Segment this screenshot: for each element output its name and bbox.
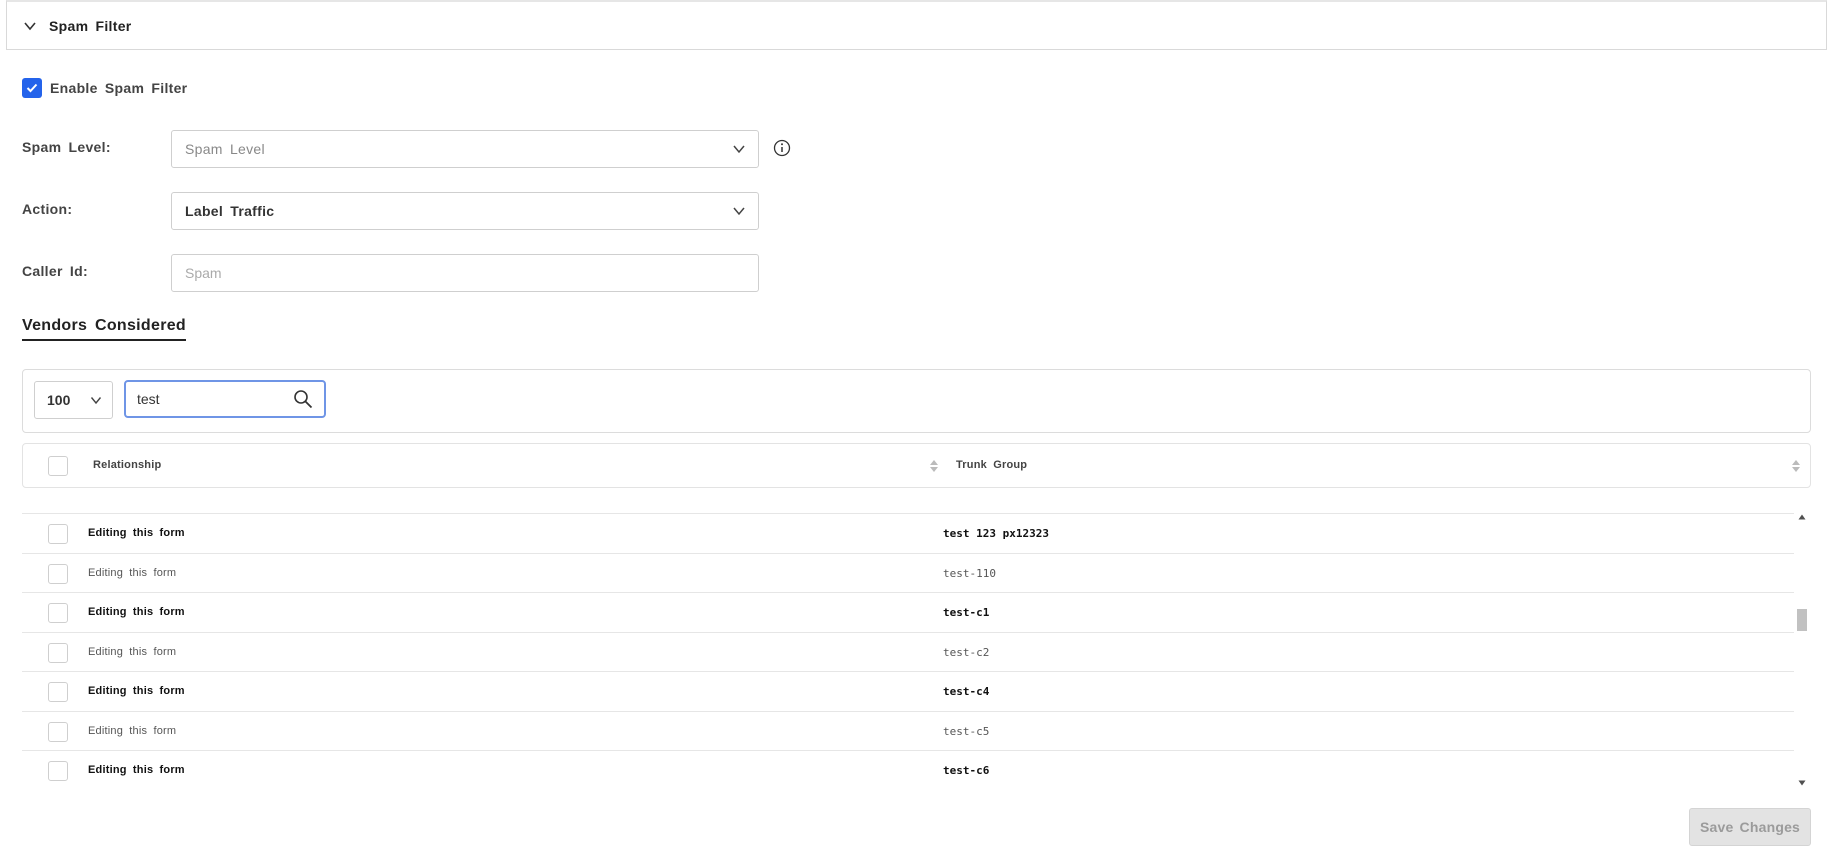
spam-filter-section-header[interactable]: Spam Filter (6, 0, 1827, 50)
table-row[interactable]: Editing this form test-c5 (22, 712, 1794, 751)
vendors-considered-tab[interactable]: Vendors Considered (22, 317, 186, 341)
row-checkbox[interactable] (48, 563, 68, 584)
sort-icon[interactable] (929, 458, 939, 474)
relationship-cell: Editing this form (88, 606, 185, 618)
row-checkbox[interactable] (48, 761, 68, 781)
relationship-cell: Editing this form (88, 645, 177, 658)
chevron-down-icon (733, 145, 745, 154)
spam-level-select[interactable]: Spam Level (171, 130, 759, 168)
relationship-cell: Editing this form (88, 527, 185, 539)
chevron-down-icon (24, 21, 36, 30)
trunk-group-cell: test-c6 (943, 764, 990, 777)
search-icon[interactable] (293, 389, 313, 409)
action-label: Action: (22, 201, 73, 217)
checkmark-icon (26, 83, 38, 93)
search-box (124, 380, 326, 418)
spam-level-value: Spam Level (185, 141, 265, 157)
row-checkbox[interactable] (48, 642, 68, 663)
relationship-cell: Editing this form (88, 764, 185, 776)
page-size-select[interactable]: 100 (34, 381, 113, 419)
trunk-group-cell: test-110 (943, 566, 996, 580)
table-row[interactable]: Editing this form test-c1 (22, 593, 1794, 633)
trunk-group-cell: test-c2 (943, 645, 990, 659)
trunk-group-cell: test 123 px12323 (943, 527, 1049, 540)
spam-level-label: Spam Level: (22, 139, 111, 155)
table-row[interactable]: Editing this form test-110 (22, 554, 1794, 593)
section-title: Spam Filter (49, 17, 132, 34)
table-header: Relationship Trunk Group (22, 443, 1811, 488)
relationship-cell: Editing this form (88, 724, 177, 737)
page-size-value: 100 (47, 392, 71, 408)
trunk-group-cell: test-c4 (943, 685, 990, 698)
save-changes-button[interactable]: Save Changes (1689, 808, 1811, 846)
table-row[interactable]: Editing this form test-c6 (22, 751, 1794, 790)
trunk-group-cell: test-c1 (943, 606, 990, 619)
info-icon[interactable] (773, 139, 791, 157)
select-all-checkbox[interactable] (48, 456, 68, 476)
chevron-down-icon (90, 397, 102, 405)
action-value: Label Traffic (185, 203, 275, 219)
row-checkbox[interactable] (48, 721, 68, 742)
row-checkbox[interactable] (48, 682, 68, 702)
table-body: Editing this form test 123 px12323 Editi… (22, 513, 1794, 790)
table-row[interactable]: Editing this form test 123 px12323 (22, 514, 1794, 554)
scroll-down-arrow-icon[interactable] (1798, 780, 1806, 786)
caller-id-label: Caller Id: (22, 263, 88, 279)
enable-spam-filter-label: Enable Spam Filter (50, 80, 188, 96)
sort-icon[interactable] (1791, 458, 1801, 474)
caller-id-input[interactable] (171, 254, 759, 292)
enable-spam-filter-row: Enable Spam Filter (22, 78, 187, 98)
row-checkbox[interactable] (48, 603, 68, 623)
enable-spam-filter-checkbox[interactable] (22, 78, 42, 98)
row-checkbox[interactable] (48, 524, 68, 544)
trunk-group-cell: test-c5 (943, 724, 990, 738)
column-header-relationship[interactable]: Relationship (93, 459, 161, 471)
table-row[interactable]: Editing this form test-c4 (22, 672, 1794, 712)
relationship-cell: Editing this form (88, 566, 177, 579)
column-header-trunk-group[interactable]: Trunk Group (956, 459, 1027, 471)
relationship-cell: Editing this form (88, 685, 185, 697)
search-input[interactable] (126, 382, 286, 416)
table-scrollbar[interactable] (1796, 510, 1808, 786)
table-toolbar: 100 (22, 369, 1811, 433)
table-row[interactable]: Editing this form test-c2 (22, 633, 1794, 672)
scrollbar-thumb[interactable] (1797, 609, 1807, 631)
action-select[interactable]: Label Traffic (171, 192, 759, 230)
scroll-up-arrow-icon[interactable] (1798, 514, 1806, 520)
chevron-down-icon (733, 207, 745, 216)
